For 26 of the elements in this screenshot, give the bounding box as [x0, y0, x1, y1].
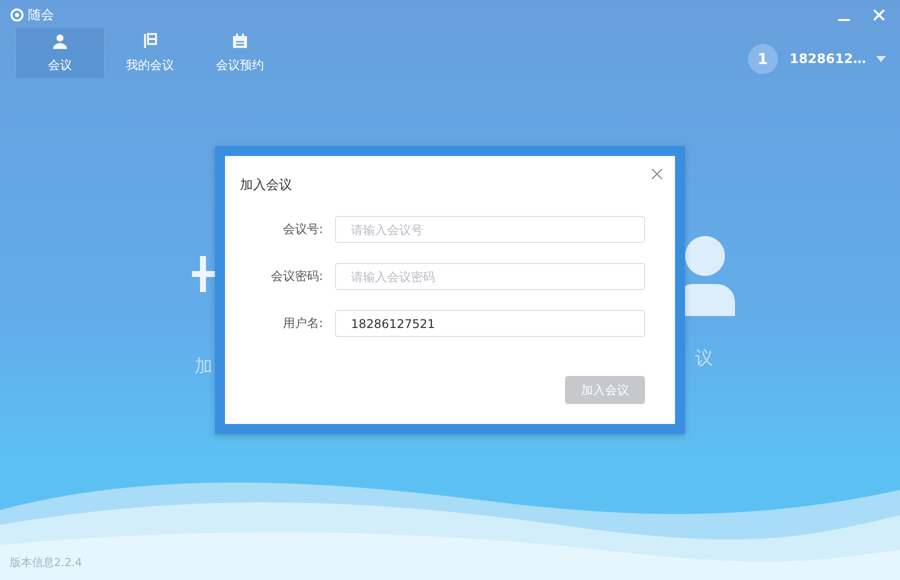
app-title: 随会 [28, 7, 54, 24]
minimize-icon [838, 19, 850, 21]
card-label: 加 [194, 355, 212, 378]
input-field[interactable]: 18286127521 [335, 310, 645, 337]
caret-icon [876, 56, 886, 62]
person-icon [52, 32, 68, 48]
input-field[interactable]: 请输入会议号 [335, 216, 645, 243]
card-label: 议 [695, 347, 713, 370]
plus-icon [192, 256, 215, 292]
close-button[interactable] [649, 166, 665, 182]
nav-tab[interactable]: 会议预约 [195, 28, 285, 78]
version-text: 版本信息2.2.4 [10, 555, 82, 570]
user-avatar: 1 [748, 44, 778, 74]
app-logo-icon [10, 8, 24, 22]
close-icon [872, 8, 886, 22]
field-label: 会议号: [282, 221, 323, 238]
close-icon [651, 168, 663, 180]
dialog-title: 加入会议 [240, 177, 293, 194]
user-menu[interactable]: 1828612… [790, 52, 886, 66]
field-label: 用户名: [282, 315, 323, 332]
input-field[interactable]: 请输入会议密码 [335, 263, 645, 290]
calendar-icon [232, 32, 248, 48]
nav-tab[interactable]: 会议 [15, 28, 105, 78]
list-icon [143, 32, 157, 48]
nav-tab[interactable]: 我的会议 [105, 28, 195, 78]
field-label: 会议密码: [270, 268, 323, 285]
